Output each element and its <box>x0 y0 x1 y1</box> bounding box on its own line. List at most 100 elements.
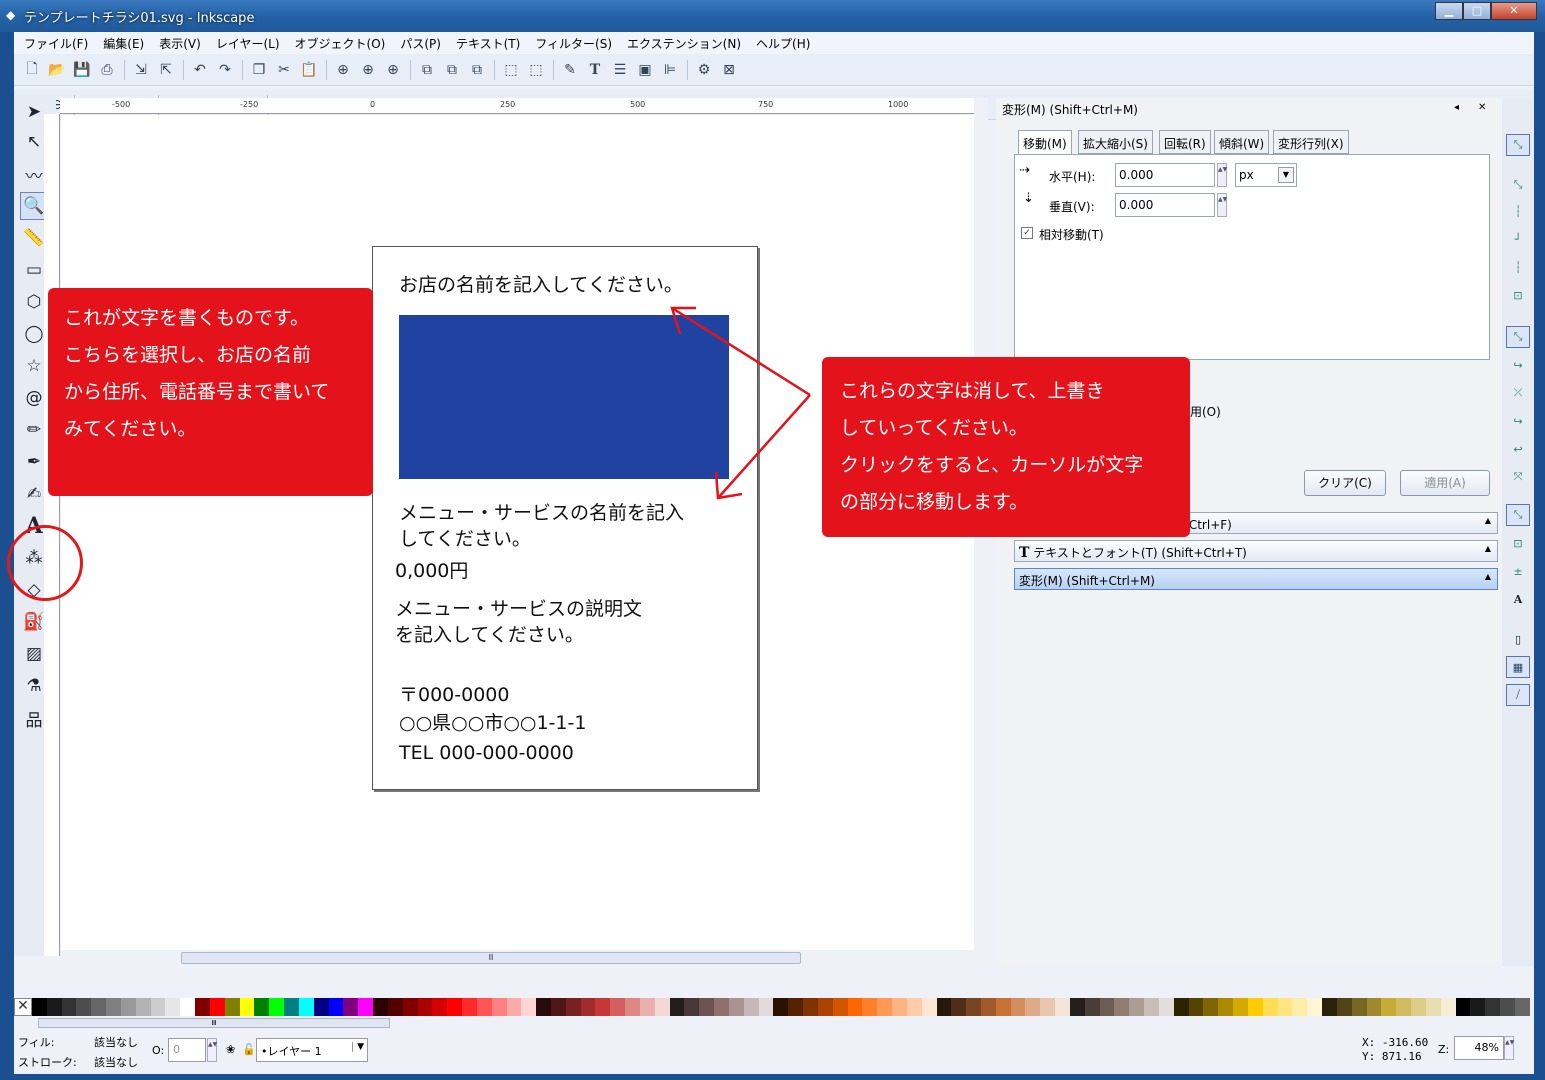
color-swatch[interactable] <box>654 998 670 1016</box>
layer-lock-icon[interactable]: 🔓 <box>242 1043 256 1056</box>
color-swatch[interactable] <box>180 998 196 1016</box>
color-swatch[interactable] <box>728 998 744 1016</box>
menu-view[interactable]: 表示(V) <box>159 35 201 52</box>
save-icon[interactable]: 💾 <box>72 60 92 80</box>
copy-icon[interactable]: ❐ <box>249 60 269 80</box>
postal-code-text[interactable]: 〒000-0000 <box>399 683 509 708</box>
color-swatch[interactable] <box>981 998 996 1016</box>
color-swatch[interactable] <box>862 998 878 1016</box>
text-font-icon[interactable]: T <box>585 60 605 80</box>
snap-smooth-nodes-icon[interactable]: ↩ <box>1506 438 1530 460</box>
color-swatch[interactable] <box>1203 998 1219 1016</box>
color-swatch[interactable] <box>1262 998 1278 1016</box>
color-swatch[interactable] <box>803 998 818 1016</box>
preferences-icon[interactable]: ⚙ <box>694 60 714 80</box>
new-document-icon[interactable]: 🗋 <box>22 60 42 80</box>
color-swatch[interactable] <box>195 998 210 1016</box>
color-swatch[interactable] <box>209 998 225 1016</box>
color-swatch[interactable] <box>892 998 907 1016</box>
close-button[interactable]: ✕ <box>1491 2 1537 20</box>
color-swatch[interactable] <box>91 998 107 1016</box>
color-swatch[interactable] <box>639 998 655 1016</box>
color-swatch[interactable] <box>1292 998 1308 1016</box>
color-swatch[interactable] <box>565 998 581 1016</box>
color-swatch[interactable] <box>373 998 388 1016</box>
color-swatch[interactable] <box>120 998 136 1016</box>
color-swatch[interactable] <box>832 998 848 1016</box>
color-swatch[interactable] <box>758 998 774 1016</box>
import-icon[interactable]: ⇲ <box>131 60 151 80</box>
color-swatch[interactable] <box>1218 998 1234 1016</box>
color-swatch[interactable] <box>951 998 967 1016</box>
zoom-drawing-icon[interactable]: ⊕ <box>358 60 378 80</box>
color-swatch[interactable] <box>1158 998 1174 1016</box>
horizontal-input[interactable]: 0.000 <box>1115 163 1215 187</box>
color-swatch[interactable] <box>1114 998 1130 1016</box>
color-swatch[interactable] <box>788 998 804 1016</box>
color-swatch[interactable] <box>343 998 359 1016</box>
color-swatch[interactable] <box>476 998 492 1016</box>
snap-others-icon[interactable]: ⤡ <box>1506 504 1530 526</box>
color-swatch[interactable] <box>966 998 981 1016</box>
color-swatch[interactable] <box>106 998 121 1016</box>
color-swatch[interactable] <box>313 998 329 1016</box>
snap-bbox-edge-icon[interactable]: ┆ <box>1506 200 1530 222</box>
color-swatch[interactable] <box>1188 998 1204 1016</box>
tab-skew[interactable]: 傾斜(W) <box>1214 130 1270 154</box>
undo-icon[interactable]: ↶ <box>190 60 210 80</box>
color-swatch[interactable] <box>714 998 729 1016</box>
scrollbar-thumb[interactable]: Ⅲ <box>38 1018 390 1028</box>
ungroup-icon[interactable]: ⬚ <box>526 60 546 80</box>
color-swatch[interactable] <box>1025 998 1041 1016</box>
color-swatch[interactable] <box>1425 998 1441 1016</box>
color-swatch[interactable] <box>1069 998 1085 1016</box>
tab-move[interactable]: 移動(M) <box>1018 130 1072 156</box>
color-swatch[interactable] <box>684 998 700 1016</box>
color-swatch[interactable] <box>1351 998 1367 1016</box>
tab-scale[interactable]: 拡大縮小(S) <box>1078 130 1153 154</box>
color-swatch[interactable] <box>1040 998 1056 1016</box>
description-text[interactable]: メニュー・サービスの説明文 <box>395 597 642 622</box>
color-swatch[interactable] <box>1099 998 1115 1016</box>
print-icon[interactable]: ⎙ <box>97 60 117 80</box>
color-swatch[interactable] <box>773 998 789 1016</box>
color-swatch[interactable] <box>1173 998 1189 1016</box>
palette-scrollbar[interactable]: Ⅲ <box>14 1016 1530 1030</box>
color-swatch[interactable] <box>550 998 566 1016</box>
color-swatch[interactable] <box>402 998 418 1016</box>
color-swatch[interactable] <box>743 998 759 1016</box>
color-swatch[interactable] <box>921 998 937 1016</box>
color-swatch[interactable] <box>1485 998 1500 1016</box>
color-swatch[interactable] <box>1277 998 1293 1016</box>
snap-guide-icon[interactable]: ⧸ <box>1506 684 1530 706</box>
color-swatch[interactable] <box>995 998 1011 1016</box>
color-swatch[interactable] <box>1322 998 1337 1016</box>
color-swatch[interactable] <box>269 998 285 1016</box>
menu-layer[interactable]: レイヤー(L) <box>216 35 280 52</box>
color-swatch[interactable] <box>135 998 151 1016</box>
color-swatch[interactable] <box>150 998 166 1016</box>
zoom-page-icon[interactable]: ⊕ <box>383 60 403 80</box>
color-swatch[interactable] <box>298 998 314 1016</box>
dock-iconify-icon[interactable]: ◂ <box>1454 102 1459 113</box>
menu-path[interactable]: パス(P) <box>400 35 441 52</box>
cut-icon[interactable]: ✂ <box>274 60 294 80</box>
color-swatch[interactable] <box>1514 998 1530 1016</box>
color-swatch[interactable] <box>1010 998 1026 1016</box>
menu-extensions[interactable]: エクステンション(N) <box>627 35 741 52</box>
dock-close-icon[interactable]: ✕ <box>1478 102 1486 113</box>
document-properties-icon[interactable]: ⊠ <box>719 60 739 80</box>
snap-cusp-nodes-icon[interactable]: ↪ <box>1506 410 1530 432</box>
open-icon[interactable]: 📂 <box>47 60 67 80</box>
color-swatch[interactable] <box>1366 998 1382 1016</box>
color-swatch[interactable] <box>491 998 507 1016</box>
tab-rotate[interactable]: 回転(R) <box>1159 130 1211 154</box>
color-swatch[interactable] <box>165 998 181 1016</box>
snap-bbox-center-icon[interactable]: ⊡ <box>1506 284 1530 306</box>
color-swatch[interactable] <box>521 998 537 1016</box>
color-swatch[interactable] <box>1084 998 1100 1016</box>
zoom-input[interactable]: 48% <box>1454 1036 1504 1060</box>
color-swatch[interactable] <box>506 998 522 1016</box>
transform-panel-bar[interactable]: 変形(M) (Shift+Ctrl+M) ▲ <box>1014 568 1498 590</box>
menu-filters[interactable]: フィルター(S) <box>535 35 612 52</box>
